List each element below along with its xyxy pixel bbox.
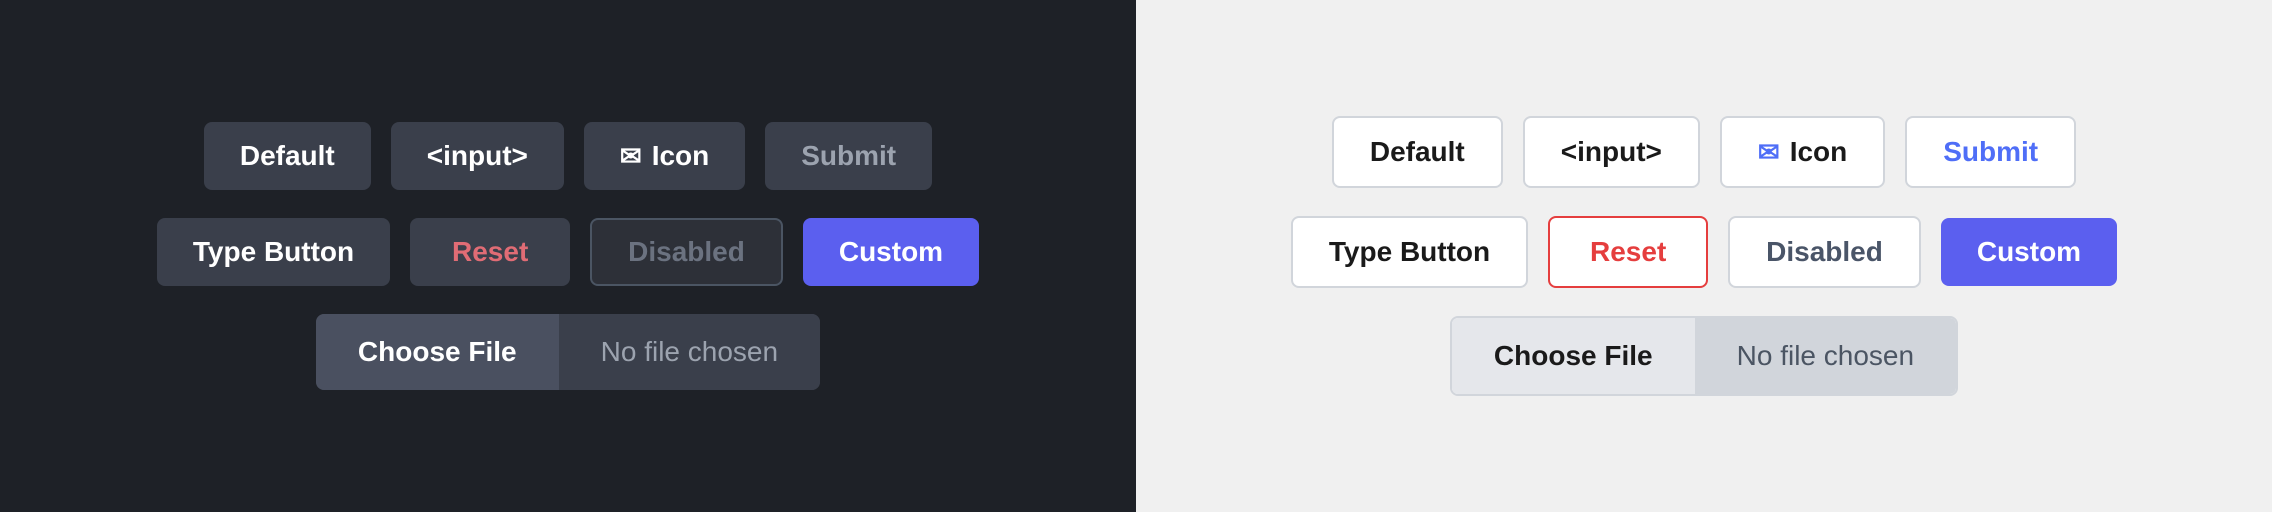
dark-disabled-button: Disabled — [590, 218, 783, 286]
light-input-button[interactable]: <input> — [1523, 116, 1700, 188]
dark-row-1: Default <input> ✉ Icon Submit — [204, 122, 932, 190]
light-default-label: Default — [1370, 136, 1465, 168]
dark-default-label: Default — [240, 140, 335, 172]
dark-submit-label: Submit — [801, 140, 896, 171]
dark-input-label: <input> — [427, 140, 528, 172]
dark-row-2: Type Button Reset Disabled Custom — [157, 218, 979, 286]
light-custom-label: Custom — [1977, 236, 2081, 267]
dark-custom-button[interactable]: Custom — [803, 218, 979, 286]
dark-input-button[interactable]: <input> — [391, 122, 564, 190]
dark-no-file-text: No file chosen — [559, 314, 820, 390]
light-input-label: <input> — [1561, 136, 1662, 168]
light-choosefile-label: Choose File — [1494, 340, 1653, 371]
mail-icon-light: ✉ — [1758, 137, 1780, 168]
dark-icon-label: Icon — [652, 140, 710, 172]
light-icon-label: Icon — [1790, 136, 1848, 168]
dark-choosefile-label: Choose File — [358, 336, 517, 367]
dark-typebutton-button[interactable]: Type Button — [157, 218, 390, 286]
light-custom-button[interactable]: Custom — [1941, 218, 2117, 286]
light-typebutton-label: Type Button — [1329, 236, 1490, 268]
dark-disabled-label: Disabled — [628, 236, 745, 267]
light-disabled-label: Disabled — [1766, 236, 1883, 267]
light-typebutton-button[interactable]: Type Button — [1291, 216, 1528, 288]
dark-row-3: Choose File No file chosen — [316, 314, 820, 390]
dark-icon-button[interactable]: ✉ Icon — [584, 122, 745, 190]
dark-typebutton-label: Type Button — [193, 236, 354, 268]
dark-panel: Default <input> ✉ Icon Submit Type Butto… — [0, 0, 1136, 512]
light-row-3: Choose File No file chosen — [1450, 316, 1958, 396]
dark-default-button[interactable]: Default — [204, 122, 371, 190]
dark-custom-label: Custom — [839, 236, 943, 267]
light-submit-label: Submit — [1943, 136, 2038, 167]
light-row-1: Default <input> ✉ Icon Submit — [1332, 116, 2076, 188]
light-file-input[interactable]: Choose File No file chosen — [1450, 316, 1958, 396]
light-icon-button[interactable]: ✉ Icon — [1720, 116, 1885, 188]
dark-file-input[interactable]: Choose File No file chosen — [316, 314, 820, 390]
light-no-file-text: No file chosen — [1695, 318, 1956, 394]
light-panel: Default <input> ✉ Icon Submit Type Butto… — [1136, 0, 2272, 512]
light-submit-button[interactable]: Submit — [1905, 116, 2076, 188]
dark-reset-button[interactable]: Reset — [410, 218, 570, 286]
dark-reset-label: Reset — [452, 236, 528, 267]
light-reset-label: Reset — [1590, 236, 1666, 267]
mail-icon: ✉ — [620, 141, 642, 172]
light-choose-file-button[interactable]: Choose File — [1452, 318, 1695, 394]
light-default-button[interactable]: Default — [1332, 116, 1503, 188]
light-reset-button[interactable]: Reset — [1548, 216, 1708, 288]
dark-submit-button[interactable]: Submit — [765, 122, 932, 190]
dark-choose-file-button[interactable]: Choose File — [316, 314, 559, 390]
light-row-2: Type Button Reset Disabled Custom — [1291, 216, 2117, 288]
light-disabled-button: Disabled — [1728, 216, 1921, 288]
